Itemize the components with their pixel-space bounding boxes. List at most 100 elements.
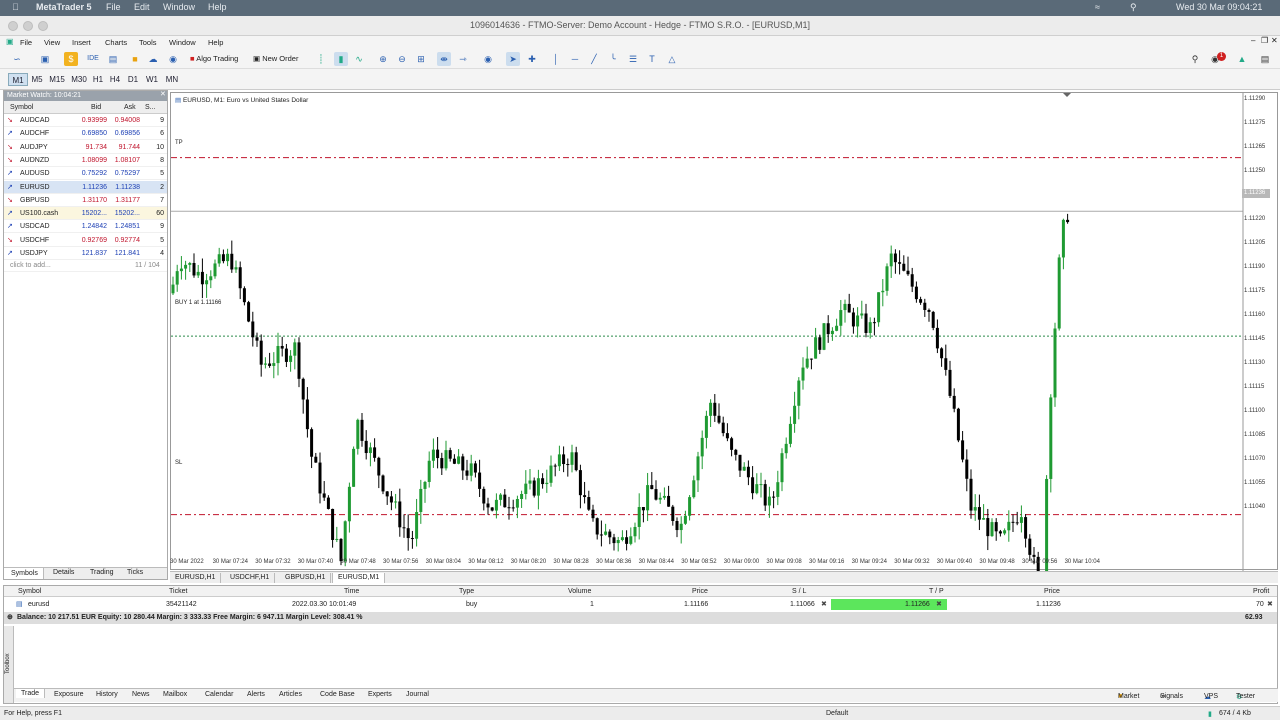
- close-panel-icon[interactable]: ✕: [160, 90, 166, 98]
- trade-tp[interactable]: 1.11266: [905, 599, 930, 610]
- market-watch-row[interactable]: ↘ AUDCAD 0.93999 0.94008 9: [4, 114, 167, 127]
- grid-icon[interactable]: ⊞: [414, 52, 428, 66]
- chart-tab-eurusd-m1[interactable]: EURUSD,M1: [332, 573, 386, 583]
- vertical-line-icon[interactable]: │: [549, 52, 563, 66]
- autoscroll-icon[interactable]: ⇼: [437, 52, 451, 66]
- trade-row[interactable]: ▤ eurusd 35421142 2022.03.30 10:01:49 bu…: [4, 599, 1277, 611]
- tab-history[interactable]: History: [96, 691, 118, 698]
- tab-mailbox[interactable]: Mailbox: [163, 691, 187, 698]
- line-chart-icon[interactable]: ∿: [352, 52, 366, 66]
- tab-trade[interactable]: Trade: [16, 689, 46, 698]
- copy-icon[interactable]: ▤: [106, 52, 120, 66]
- tab-journal[interactable]: Journal: [406, 691, 429, 698]
- th-time[interactable]: Time: [344, 586, 359, 597]
- profile-name[interactable]: Default: [826, 710, 848, 717]
- close-position-icon[interactable]: ✖: [1267, 599, 1273, 610]
- tab-news[interactable]: News: [132, 691, 150, 698]
- market-watch-row[interactable]: ↘ AUDNZD 1.08099 1.08107 8: [4, 154, 167, 167]
- market-watch-row[interactable]: ↘ GBPUSD 1.31170 1.31177 7: [4, 194, 167, 207]
- tf-mn[interactable]: MN: [162, 73, 182, 86]
- th-tp[interactable]: T / P: [929, 586, 944, 597]
- tf-h1[interactable]: H1: [90, 73, 106, 86]
- tab-ticks[interactable]: Ticks: [127, 569, 143, 576]
- price-chart[interactable]: [171, 93, 1279, 571]
- market-watch-row[interactable]: ↗ USDCAD 1.24842 1.24851 9: [4, 220, 167, 234]
- tab-articles[interactable]: Articles: [279, 691, 302, 698]
- market-watch-row[interactable]: ↗ US100.cash 15202... 15202... 60: [4, 207, 167, 221]
- th-symbol[interactable]: Symbol: [18, 586, 41, 597]
- bar-chart-icon[interactable]: ┊: [314, 52, 328, 66]
- tab-code-base[interactable]: Code Base: [320, 691, 355, 698]
- tab-symbols[interactable]: Symbols: [4, 568, 44, 579]
- new-order-button[interactable]: ▣ New Order: [253, 52, 298, 66]
- trade-sl[interactable]: 1.11066: [790, 599, 815, 610]
- mac-menu-help[interactable]: Help: [208, 2, 227, 12]
- th-volume[interactable]: Volume: [568, 586, 591, 597]
- tf-m5[interactable]: M5: [28, 73, 46, 86]
- th-profit[interactable]: Profit: [1253, 586, 1269, 597]
- tf-d1[interactable]: D1: [124, 73, 142, 86]
- profiles-icon[interactable]: ▣: [38, 52, 52, 66]
- tab-calendar[interactable]: Calendar: [205, 691, 233, 698]
- cursor-icon[interactable]: ➤: [506, 52, 520, 66]
- crosshair-icon[interactable]: ✚: [525, 52, 539, 66]
- mac-menu-window[interactable]: Window: [163, 2, 195, 12]
- zoom-out-icon[interactable]: ⊖: [395, 52, 409, 66]
- add-symbol-row[interactable]: click to add... 11 / 104: [4, 259, 167, 272]
- th-sl[interactable]: S / L: [792, 586, 806, 597]
- cloud-icon[interactable]: ☁: [146, 52, 160, 66]
- tab-trading[interactable]: Trading: [90, 569, 113, 576]
- col-symbol[interactable]: Symbol: [10, 101, 33, 114]
- tf-m1[interactable]: M1: [8, 73, 28, 86]
- chart-window[interactable]: ▤ EURUSD, M1: Euro vs United States Doll…: [170, 92, 1279, 571]
- minimize-chart-icon[interactable]: –: [1251, 36, 1255, 45]
- chart-shift-marker[interactable]: [1063, 93, 1071, 97]
- ide-icon[interactable]: IDE: [86, 52, 100, 66]
- mac-clock[interactable]: Wed 30 Mar 09:04:21: [1176, 2, 1262, 12]
- candlestick-icon[interactable]: ▮: [334, 52, 348, 66]
- algo-trading-button[interactable]: ■ Algo Trading: [190, 52, 238, 66]
- tf-h4[interactable]: H4: [106, 73, 124, 86]
- wifi-icon[interactable]: ≈: [1095, 2, 1100, 12]
- th-ticket[interactable]: Ticket: [169, 586, 187, 597]
- account-icon[interactable]: ▲: [1235, 52, 1249, 66]
- tf-m15[interactable]: M15: [46, 73, 68, 86]
- apple-icon[interactable]: : [12, 2, 19, 12]
- market-watch-row[interactable]: ↗ EURUSD 1.11236 1.11238 2: [4, 180, 167, 194]
- tab-details[interactable]: Details: [53, 569, 74, 576]
- mac-menu-edit[interactable]: Edit: [134, 2, 150, 12]
- menu-file[interactable]: File: [20, 38, 32, 47]
- horizontal-line-icon[interactable]: ─: [568, 52, 582, 66]
- menu-window[interactable]: Window: [169, 38, 196, 47]
- col-bid[interactable]: Bid: [91, 101, 101, 114]
- col-spread[interactable]: S...: [145, 101, 156, 114]
- new-chart-icon[interactable]: ∽: [10, 52, 24, 66]
- lock-icon[interactable]: ■: [128, 52, 142, 66]
- th-price[interactable]: Price: [692, 586, 708, 597]
- remove-sl-icon[interactable]: ✖: [821, 599, 827, 610]
- market-watch-row[interactable]: ↗ AUDUSD 0.75292 0.75297 5: [4, 167, 167, 181]
- sidebar-toggle-icon[interactable]: ▤: [1258, 52, 1272, 66]
- menu-charts[interactable]: Charts: [105, 38, 127, 47]
- tf-m30[interactable]: M30: [68, 73, 90, 86]
- text-icon[interactable]: T: [645, 52, 659, 66]
- restore-chart-icon[interactable]: ❐: [1261, 36, 1268, 45]
- col-ask[interactable]: Ask: [124, 101, 136, 114]
- chart-tab-usdchf-h1[interactable]: USDCHF,H1: [225, 573, 276, 583]
- close-chart-icon[interactable]: ✕: [1271, 36, 1278, 45]
- mac-app-name[interactable]: MetaTrader 5: [36, 2, 92, 12]
- tab-alerts[interactable]: Alerts: [247, 691, 265, 698]
- tab-experts[interactable]: Experts: [368, 691, 392, 698]
- market-watch-row[interactable]: ↗ AUDCHF 0.69850 0.69856 6: [4, 127, 167, 141]
- tab-exposure[interactable]: Exposure: [54, 691, 84, 698]
- market-watch-row[interactable]: ↘ USDCHF 0.92769 0.92774 5: [4, 234, 167, 247]
- market-watch-row[interactable]: ↘ AUDJPY 91.734 91.744 10: [4, 141, 167, 154]
- fibonacci-icon[interactable]: ☰: [626, 52, 640, 66]
- chart-shift-icon[interactable]: ⇾: [456, 52, 470, 66]
- search-icon[interactable]: ⚲: [1188, 52, 1202, 66]
- mac-menu-file[interactable]: File: [106, 2, 121, 12]
- search-icon[interactable]: ⚲: [1130, 2, 1137, 13]
- menu-help[interactable]: Help: [208, 38, 223, 47]
- menu-view[interactable]: View: [44, 38, 60, 47]
- globe-icon[interactable]: ◉: [166, 52, 180, 66]
